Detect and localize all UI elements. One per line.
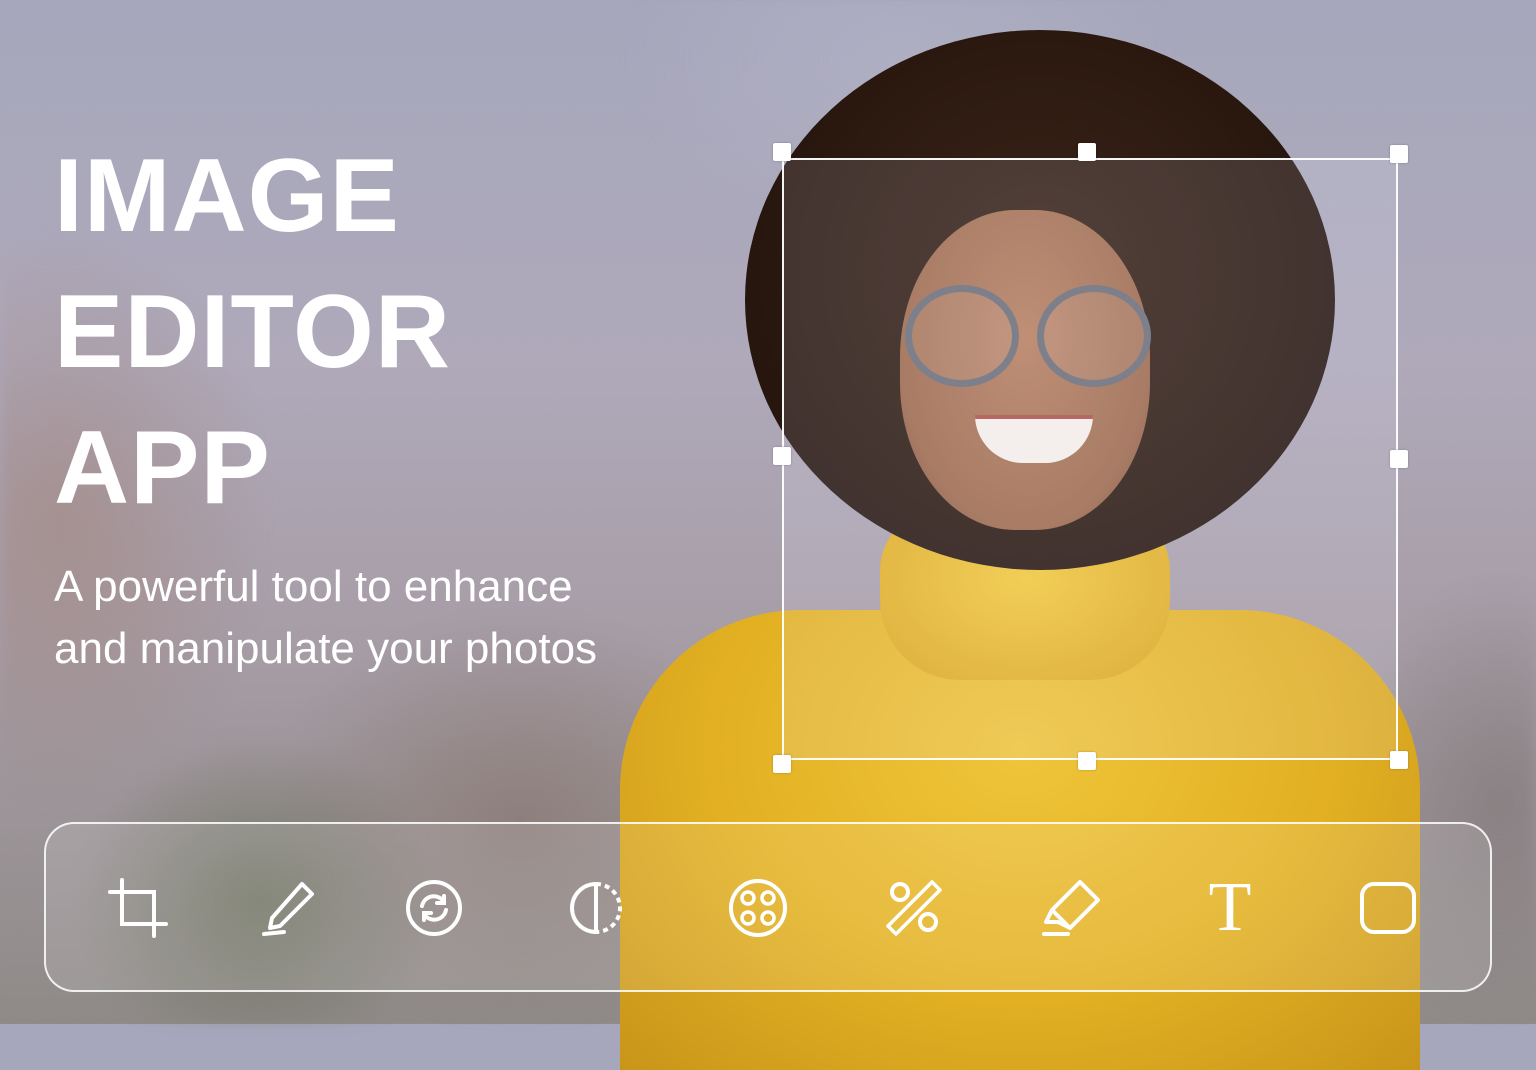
hero-title-line-2: EDITOR <box>54 274 452 390</box>
crop-tool-button[interactable] <box>102 872 174 944</box>
resize-handle-right[interactable] <box>1390 450 1408 468</box>
filters-tool-button[interactable] <box>722 872 794 944</box>
hero-title: IMAGE EDITOR APP <box>54 128 451 536</box>
brush-tool-button[interactable] <box>252 872 324 944</box>
rotate-icon <box>406 880 462 936</box>
hero-title-line-3: APP <box>54 410 271 526</box>
resize-handle-bottom-left[interactable] <box>773 755 791 773</box>
filters-icon <box>729 879 787 937</box>
eraser-icon <box>1042 880 1100 936</box>
resize-handle-left[interactable] <box>773 447 791 465</box>
text-tool-icon: T <box>1208 869 1252 946</box>
shape-icon <box>1360 882 1416 934</box>
resize-handle-top-right[interactable] <box>1390 145 1408 163</box>
resize-handle-bottom-right[interactable] <box>1390 751 1408 769</box>
contrast-tool-button[interactable] <box>560 872 632 944</box>
resize-handle-bottom[interactable] <box>1078 752 1096 770</box>
contrast-icon <box>570 881 622 935</box>
hero-subtitle-line-1: A powerful tool to enhance <box>54 562 573 611</box>
hero-subtitle: A powerful tool to enhance and manipulat… <box>54 556 597 680</box>
eraser-tool-button[interactable] <box>1036 872 1108 944</box>
hero-subtitle-line-2: and manipulate your photos <box>54 624 598 673</box>
resize-handle-top[interactable] <box>1078 143 1096 161</box>
brush-icon <box>262 882 314 936</box>
editor-toolbar: T <box>44 822 1492 992</box>
rotate-tool-button[interactable] <box>398 872 470 944</box>
hero-title-line-1: IMAGE <box>54 138 400 254</box>
text-tool-button[interactable]: T <box>1194 872 1266 944</box>
adjust-percent-icon <box>886 880 942 936</box>
crop-selection-box[interactable] <box>782 158 1398 760</box>
shape-tool-button[interactable] <box>1352 872 1424 944</box>
adjust-tool-button[interactable] <box>878 872 950 944</box>
crop-icon <box>108 878 168 938</box>
resize-handle-top-left[interactable] <box>773 143 791 161</box>
